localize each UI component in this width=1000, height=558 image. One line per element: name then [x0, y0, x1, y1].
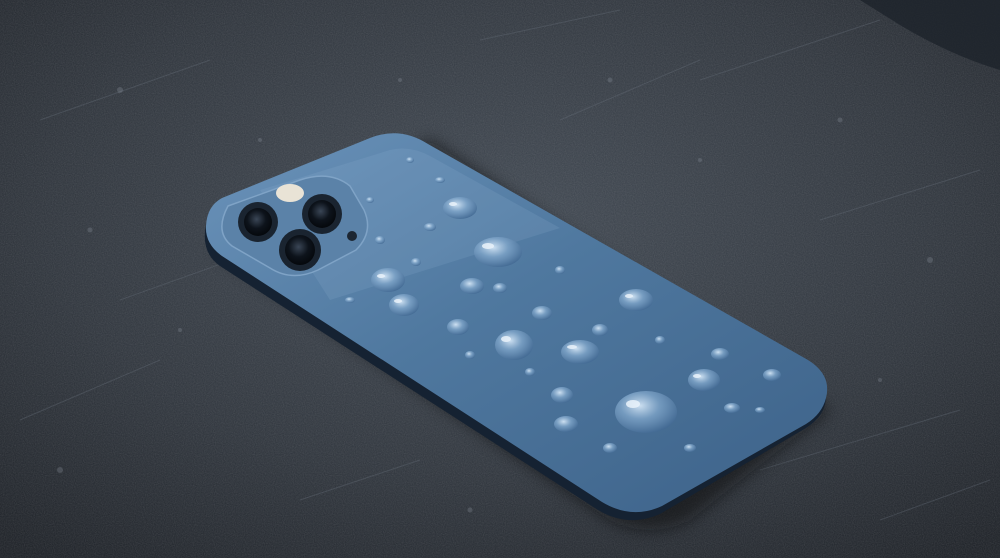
droplet [555, 266, 565, 274]
droplet [615, 391, 677, 433]
droplet [525, 368, 535, 376]
droplet [551, 387, 573, 403]
camera-lens-top-glass [308, 200, 336, 228]
droplet [345, 297, 355, 303]
droplet [724, 403, 740, 413]
droplet [447, 319, 469, 335]
droplet [763, 369, 781, 381]
droplet [592, 324, 608, 336]
camera-lens-bottom-glass [285, 235, 315, 265]
droplet [561, 340, 599, 364]
droplet [371, 268, 405, 292]
camera-lens-left-glass [244, 208, 272, 236]
droplet [493, 283, 507, 293]
droplet [619, 289, 653, 311]
droplet [443, 197, 477, 219]
droplet [389, 294, 419, 316]
photo-scene [0, 0, 1000, 558]
droplet [424, 223, 436, 231]
droplet [711, 348, 729, 360]
camera-sensor [347, 231, 357, 241]
droplet [460, 278, 484, 294]
droplet [655, 336, 665, 344]
camera-flash [276, 184, 304, 202]
droplet [755, 407, 765, 413]
droplet [411, 258, 421, 266]
droplet [684, 444, 696, 452]
droplet [603, 443, 617, 453]
droplet [688, 369, 720, 391]
droplet [532, 306, 552, 320]
droplet [495, 330, 533, 360]
droplet [406, 157, 414, 163]
droplet [375, 236, 385, 244]
droplet [465, 351, 475, 359]
droplet [435, 177, 445, 183]
droplet [554, 416, 578, 432]
droplet [474, 237, 522, 267]
droplet [366, 197, 374, 203]
